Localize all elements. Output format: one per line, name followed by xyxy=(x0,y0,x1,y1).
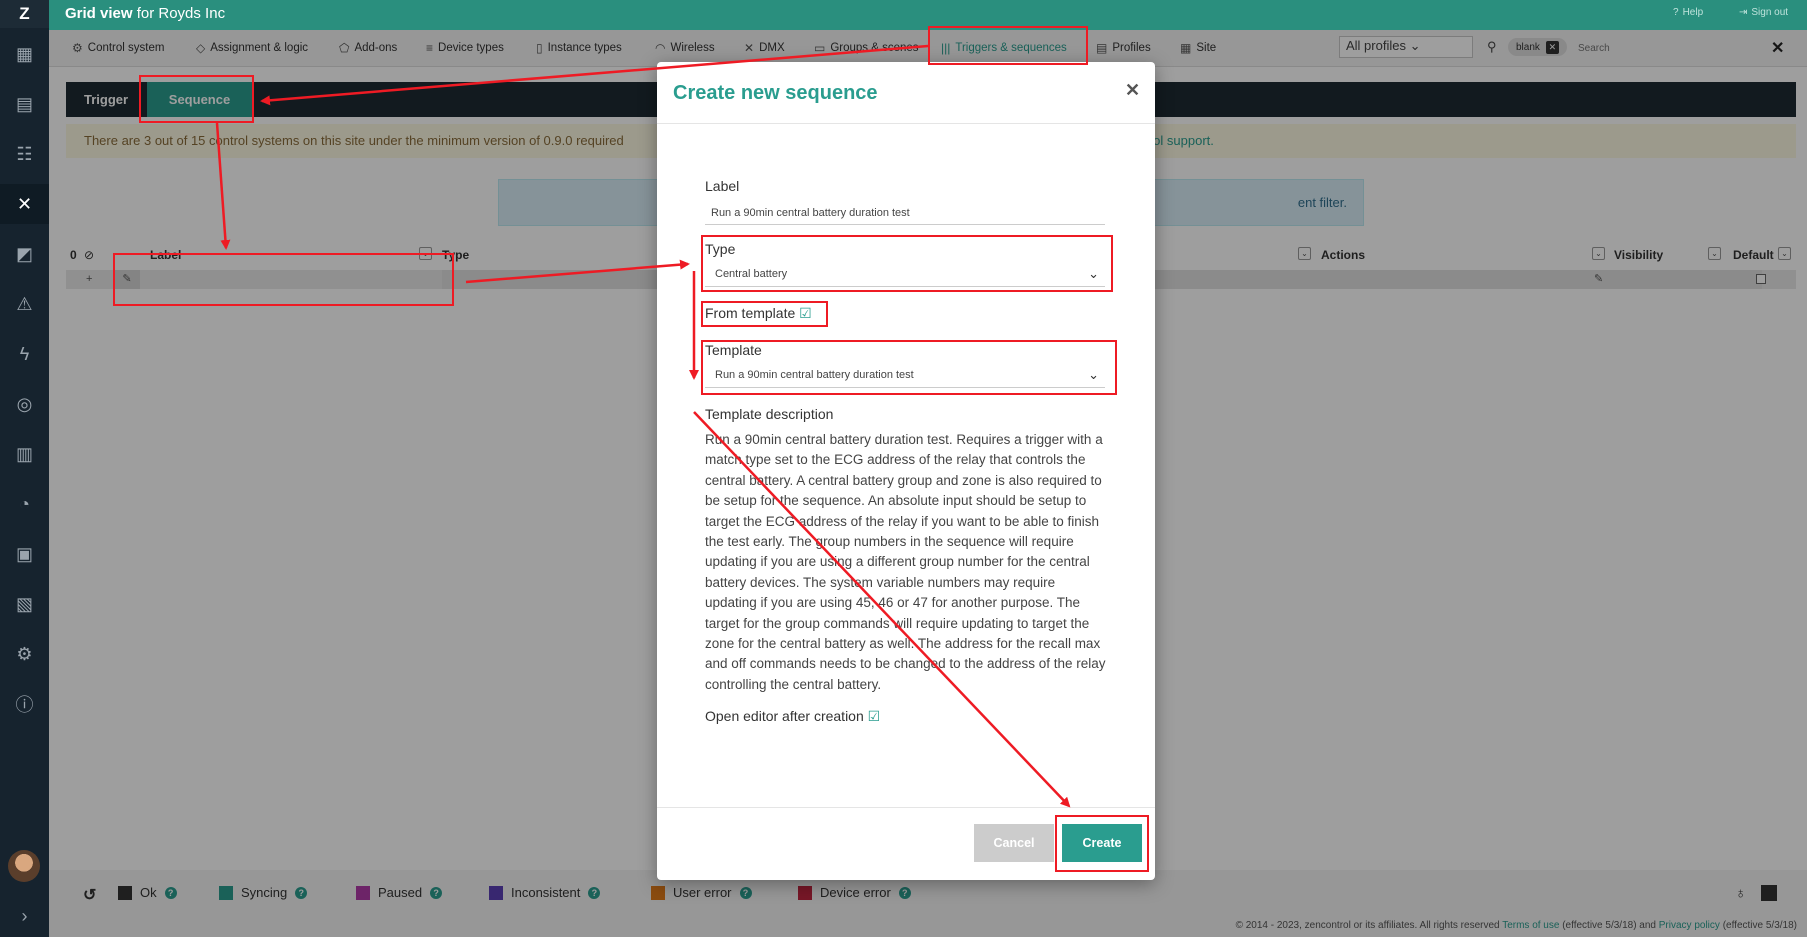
grid-view-icon[interactable]: ▦ xyxy=(0,34,49,74)
page-title-bold: Grid view xyxy=(65,5,133,22)
from-template-checkbox[interactable]: From template ☑ xyxy=(705,305,812,322)
chevron-down-icon: ⌄ xyxy=(1088,266,1099,281)
open-editor-checkbox[interactable]: Open editor after creation ☑ xyxy=(705,708,880,725)
expand-sidebar-icon[interactable]: › xyxy=(0,896,49,936)
type-field-label: Type xyxy=(705,241,736,257)
page-title: Grid view for Royds Inc xyxy=(65,5,225,22)
template-description: Run a 90min central battery duration tes… xyxy=(705,432,1106,692)
dialog-footer-divider xyxy=(657,807,1155,808)
clipboard-icon[interactable]: ▣ xyxy=(0,534,49,574)
left-sidebar: Z ▦ ▤ ☷ ✕ ◩ ⚠ ϟ ◎ ▥ ◔ ▣ ▧ ⚙ ⓘ › xyxy=(0,0,49,937)
open-editor-label: Open editor after creation xyxy=(705,708,864,724)
cancel-button[interactable]: Cancel xyxy=(974,824,1054,862)
signout-label: Sign out xyxy=(1751,7,1789,18)
power-icon[interactable]: ϟ xyxy=(0,334,49,374)
reports-icon[interactable]: ▥ xyxy=(0,434,49,474)
app-logo[interactable]: Z xyxy=(0,0,49,28)
history-icon[interactable]: ◔ xyxy=(0,484,49,524)
top-bar: Grid view for Royds Inc ? Help ⇥ Sign ou… xyxy=(49,0,1807,30)
analytics-icon[interactable]: ◩ xyxy=(0,234,49,274)
chevron-down-icon: ⌄ xyxy=(1088,367,1099,382)
alarm-icon[interactable]: ◎ xyxy=(0,384,49,424)
control-panel-icon[interactable]: ▤ xyxy=(0,84,49,124)
checkbox-checked-icon: ☑ xyxy=(867,708,881,724)
settings-icon[interactable]: ⚙ xyxy=(0,634,49,674)
template-description-label: Template description xyxy=(705,406,834,422)
create-sequence-dialog: Create new sequence ✕ Label Type Central… xyxy=(657,62,1155,880)
avatar[interactable] xyxy=(8,850,40,882)
help-link[interactable]: ? Help xyxy=(1673,7,1703,18)
label-field[interactable] xyxy=(705,201,1105,225)
from-template-label: From template xyxy=(705,305,796,321)
create-button[interactable]: Create xyxy=(1062,824,1142,862)
type-select[interactable]: Central battery ⌄ xyxy=(705,261,1105,287)
type-select-value: Central battery xyxy=(715,268,788,280)
template-field-label: Template xyxy=(705,342,762,358)
tools-icon[interactable]: ✕ xyxy=(0,184,49,224)
users-icon[interactable]: ☷ xyxy=(0,134,49,174)
dialog-title: Create new sequence xyxy=(673,82,878,104)
signout-icon: ⇥ xyxy=(1739,7,1748,18)
help-icon: ? xyxy=(1673,7,1679,18)
checkbox-checked-icon: ☑ xyxy=(799,305,812,321)
dialog-divider xyxy=(657,123,1155,124)
close-icon[interactable]: ✕ xyxy=(1125,80,1140,101)
label-field-label: Label xyxy=(705,178,740,194)
template-select-value: Run a 90min central battery duration tes… xyxy=(715,369,914,381)
page-title-site: for Royds Inc xyxy=(136,5,226,22)
help-label: Help xyxy=(1682,7,1704,18)
warning-icon[interactable]: ⚠ xyxy=(0,284,49,324)
checklist-icon[interactable]: ▧ xyxy=(0,584,49,624)
info-icon[interactable]: ⓘ xyxy=(0,684,49,724)
signout-link[interactable]: ⇥ Sign out xyxy=(1739,7,1788,18)
template-select[interactable]: Run a 90min central battery duration tes… xyxy=(705,362,1105,388)
